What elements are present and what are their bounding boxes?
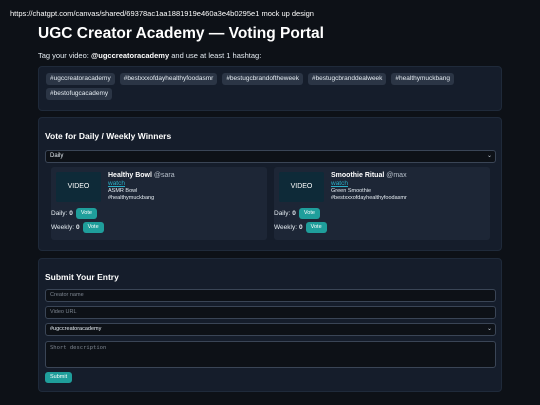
entry-name: Healthy Bowl [108, 172, 152, 179]
hashtag-select-value: #ugccreatoracademy [50, 326, 102, 332]
chevron-down-icon: ⌄ [486, 153, 492, 159]
hashtag-list: #ugccreatoracademy #bestxxxofdayhealthyf… [46, 73, 494, 100]
entry-name: Smoothie Ritual [331, 172, 385, 179]
submit-button[interactable]: Submit [45, 372, 73, 383]
daily-count: 0 [69, 210, 73, 217]
daily-vote-button[interactable]: Vote [75, 208, 97, 219]
entry-subtitle: ASMR Bowl [108, 188, 138, 194]
creator-name-input[interactable]: Creator name [45, 289, 496, 302]
entry-title: Smoothie Ritual @max [331, 172, 407, 179]
weekly-vote-button[interactable]: Vote [82, 222, 104, 233]
hashtag-chip[interactable]: #bestxxxofdayhealthyfoodasmr [119, 73, 218, 85]
tag-instructions-suffix: and use at least 1 hashtag: [169, 51, 262, 60]
entry-hashtag: #bestxxxofdayhealthyfoodasmr [331, 195, 407, 201]
daily-count: 0 [292, 210, 296, 217]
entry-user: @sara [153, 172, 175, 179]
entry-user: @max [386, 172, 407, 179]
tag-handle: @ugccreatoracademy [90, 51, 170, 60]
tag-instructions: Tag your video: @ugccreatoracademy and u… [38, 51, 261, 60]
watch-link[interactable]: watch [108, 180, 125, 187]
submit-heading: Submit Your Entry [45, 272, 119, 282]
tag-instructions-prefix: Tag your video: [38, 51, 91, 60]
entry-card: VIDEO Healthy Bowl @sara watch ASMR Bowl… [51, 167, 267, 240]
daily-vote-button[interactable]: Vote [298, 208, 320, 219]
weekly-count: 0 [76, 224, 80, 231]
weekly-vote-button[interactable]: Vote [305, 222, 327, 233]
weekly-vote-row: Weekly: 0 Vote [51, 222, 104, 233]
entry-title: Healthy Bowl @sara [108, 172, 175, 179]
weekly-label: Weekly: [274, 224, 297, 231]
vote-panel: Vote for Daily / Weekly Winners Daily ⌄ … [38, 117, 502, 251]
description-textarea[interactable]: Short description [45, 341, 496, 368]
chevron-down-icon: ⌄ [486, 326, 492, 332]
video-thumbnail[interactable]: VIDEO [56, 172, 101, 202]
daily-vote-row: Daily: 0 Vote [274, 208, 320, 219]
entry-subtitle: Green Smoothie [331, 188, 372, 194]
hashtag-chip[interactable]: #bestofugcacademy [46, 88, 113, 100]
period-select[interactable]: Daily ⌄ [45, 150, 496, 163]
hashtags-panel: #ugccreatoracademy #bestxxxofdayhealthyf… [38, 66, 502, 111]
daily-label: Daily: [274, 210, 291, 217]
hashtag-chip[interactable]: #bestugcbranddealweek [307, 73, 387, 85]
daily-label: Daily: [51, 210, 68, 217]
weekly-count: 0 [299, 224, 303, 231]
period-select-value: Daily [50, 153, 64, 159]
watch-link[interactable]: watch [331, 180, 348, 187]
video-url-input[interactable]: Video URL [45, 306, 496, 319]
submit-panel: Submit Your Entry Creator name Video URL… [38, 258, 502, 392]
url-bar-text: https://chatgpt.com/canvas/shared/69378a… [10, 9, 314, 18]
weekly-vote-row: Weekly: 0 Vote [274, 222, 327, 233]
entry-hashtag: #healthymuckbang [108, 195, 155, 201]
vote-heading: Vote for Daily / Weekly Winners [45, 131, 172, 141]
hashtag-select[interactable]: #ugccreatoracademy ⌄ [45, 323, 496, 336]
video-thumbnail[interactable]: VIDEO [279, 172, 324, 202]
hashtag-chip[interactable]: #ugccreatoracademy [46, 73, 115, 85]
page-title: UGC Creator Academy — Voting Portal [38, 25, 324, 42]
hashtag-chip[interactable]: #healthymuckbang [391, 73, 454, 85]
hashtag-chip[interactable]: #bestugcbrandoftheweek [222, 73, 303, 85]
entry-card: VIDEO Smoothie Ritual @max watch Green S… [274, 167, 490, 240]
weekly-label: Weekly: [51, 224, 74, 231]
daily-vote-row: Daily: 0 Vote [51, 208, 97, 219]
